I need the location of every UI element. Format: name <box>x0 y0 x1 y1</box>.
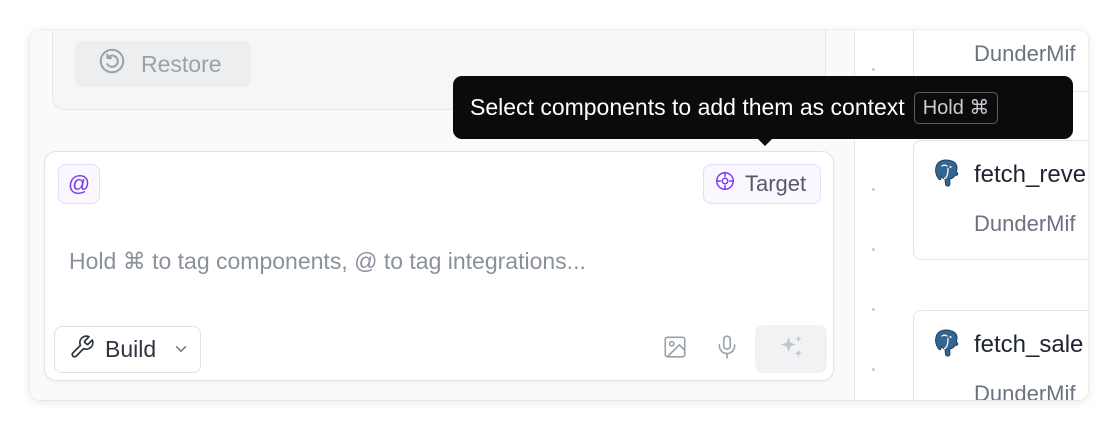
target-tooltip: Select components to add them as context… <box>453 76 1073 139</box>
target-button[interactable]: Target <box>703 164 821 204</box>
postgres-elephant-icon <box>930 327 962 359</box>
node-subtitle: DunderMif <box>974 381 1076 400</box>
node-card[interactable]: fetch_sale DunderMif <box>913 310 1088 400</box>
canvas-dot <box>872 188 875 191</box>
restore-icon <box>97 46 127 82</box>
canvas-dot <box>872 308 875 311</box>
tooltip-text: Select components to add them as context <box>470 94 905 120</box>
canvas-dot <box>872 248 875 251</box>
target-icon <box>714 170 736 198</box>
tooltip-arrow <box>757 138 773 146</box>
at-icon: @ <box>67 171 91 196</box>
wrench-icon <box>69 334 95 366</box>
node-subtitle: DunderMif <box>974 41 1076 66</box>
canvas-dot <box>872 368 875 371</box>
restore-label: Restore <box>141 50 222 77</box>
voice-input-button[interactable] <box>710 332 744 366</box>
canvas-dot <box>872 68 875 71</box>
message-composer: @ Target Build <box>44 151 834 381</box>
sparkles-icon <box>776 332 806 367</box>
node-title: fetch_reve <box>974 161 1087 188</box>
restore-button[interactable]: Restore <box>75 41 251 87</box>
target-label: Target <box>745 171 807 196</box>
image-icon <box>662 334 688 365</box>
send-button[interactable] <box>755 325 827 373</box>
node-subtitle: DunderMif <box>974 211 1076 236</box>
shortcut-key-badge: Hold ⌘ <box>913 91 999 124</box>
mode-label: Build <box>105 336 157 362</box>
mode-select-button[interactable]: Build <box>54 326 201 373</box>
chevron-down-icon <box>166 336 190 364</box>
microphone-icon <box>714 334 740 365</box>
node-card[interactable]: fetch_reve DunderMif <box>913 140 1088 260</box>
prompt-input[interactable] <box>69 246 809 276</box>
node-title: fetch_sale <box>974 331 1084 358</box>
mention-button[interactable]: @ <box>58 164 100 204</box>
postgres-elephant-icon <box>930 157 962 189</box>
attach-image-button[interactable] <box>658 332 692 366</box>
